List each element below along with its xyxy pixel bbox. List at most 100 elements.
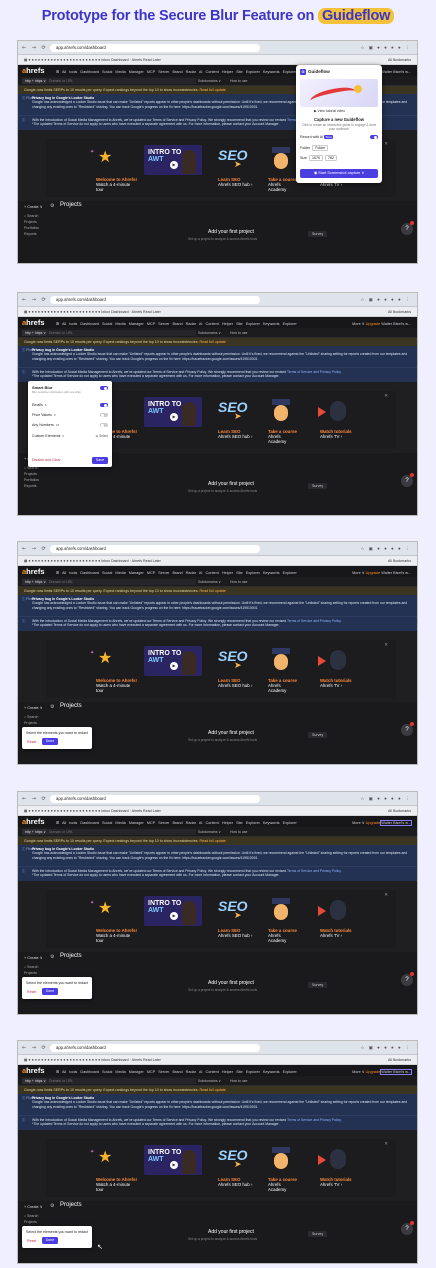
seo-hub-label[interactable]: Learn SEO Ahrefs SEO hub › [218,177,252,187]
all-bookmarks[interactable]: All Bookmarks [388,307,411,317]
play-icon[interactable]: ▶ [170,161,178,169]
ahrefs-logo[interactable]: ahrefs [22,817,45,826]
all-bookmarks[interactable]: All Bookmarks [388,806,411,816]
play-icon[interactable]: ▶ [170,662,178,670]
help-button[interactable]: ? [401,221,414,235]
workspace-menu[interactable]: Walter Biset's w... [380,819,412,826]
terms-link[interactable]: Terms of Service and Privacy Policy. [287,370,342,374]
extension-icons[interactable]: ☆ ▣ ● ● ● ● ⋮ [360,297,411,303]
workspace-menu[interactable]: Walter Biset's w... [380,1068,412,1075]
browser-nav-buttons[interactable]: ← → ⟳ [22,297,48,303]
ahrefs-nav-items[interactable]: ⊞ All tools Dashboard Social Media Manag… [56,820,297,825]
how-to-use-link[interactable]: How to use [230,1078,248,1084]
intro-video-card[interactable]: INTRO TO AWT ▶ [144,145,202,175]
close-icon[interactable]: ✕ [384,892,388,898]
view-tutorial-link[interactable]: ▶ View tutorial video [314,109,345,113]
address-bar[interactable]: app.ahrefs.com/dashboard [50,545,260,553]
subdomains-select[interactable]: Subdomains ∨ [198,1078,221,1084]
workspace-menu[interactable]: Walter Biset's w... [381,571,411,575]
select-elements-button[interactable]: ⊞ Select [96,434,108,438]
done-button[interactable]: Done [42,1237,58,1244]
tour-label[interactable]: Welcome to Ahrefs!Watch a 4-minutetour [96,1177,137,1192]
play-icon[interactable]: ▶ [170,413,178,421]
academy-label[interactable]: Take a course Ahrefs Academy [268,1177,297,1192]
ahrefs-logo[interactable]: ahrefs [22,567,45,576]
browser-nav-buttons[interactable]: ← → ⟳ [22,546,48,552]
tour-card[interactable]: ✦★ [88,1145,128,1175]
close-icon[interactable]: ✕ [384,393,388,399]
bookmarks-list[interactable]: ▦ ● ● ● ● ● ● ● ● ● ● ● ● ● ● ● ● ● ● ● … [24,310,161,314]
upgrade-link[interactable]: Upgrade [366,821,381,825]
close-icon[interactable]: ✕ [384,642,388,648]
survey-button[interactable]: Survey [308,231,328,237]
all-bookmarks[interactable]: All Bookmarks [388,556,411,566]
intro-video-card[interactable]: INTRO TO AWT ▶ [144,1145,202,1175]
create-button[interactable]: + Create ∨ [24,1204,43,1209]
read-update-link[interactable]: Read full update [200,839,226,843]
gear-icon[interactable]: ⚙ [50,704,54,710]
subdomains-select[interactable]: Subdomains ∨ [198,78,221,84]
gear-icon[interactable]: ⚙ [50,203,54,209]
done-button[interactable]: Done [42,988,58,995]
close-icon[interactable]: ✕ [384,1141,388,1147]
help-button[interactable]: ? [401,722,414,736]
help-button[interactable]: ? [401,972,414,986]
survey-button[interactable]: Survey [308,1231,328,1237]
protocol-select[interactable]: http + https ∨ [22,579,49,585]
emails-toggle[interactable] [100,403,108,408]
ahrefs-nav-items[interactable]: ⊞ All tools Dashboard Social Media Manag… [56,570,297,575]
seo-hub-label[interactable]: Learn SEO Ahrefs SEO hub › [218,429,252,439]
address-bar[interactable]: app.ahrefs.com/dashboard [50,296,260,304]
protocol-select[interactable]: http + https ∨ [22,1078,49,1084]
survey-button[interactable]: Survey [308,982,328,988]
seo-hub-card[interactable]: SEO ➤ [216,145,256,175]
domain-input[interactable]: Domain or URL [46,1078,196,1084]
sidebar-item-reports[interactable]: Reports [24,483,39,489]
tutorials-card[interactable] [316,896,356,926]
how-to-use-link[interactable]: How to use [230,579,248,585]
academy-label[interactable]: Take a course Ahrefs Academy [268,429,297,444]
academy-label[interactable]: Take a course Ahrefs Academy [268,678,297,693]
protocol-select[interactable]: http + https ∨ [22,330,49,336]
gear-icon[interactable]: ⚙ [50,1203,54,1209]
all-bookmarks[interactable]: All Bookmarks [388,1055,411,1065]
domain-input[interactable]: Domain or URL [46,330,196,336]
more-menu[interactable]: More ∨ [352,571,365,575]
start-capture-button[interactable]: ◉ Start Screenshot capture ∨ [300,169,378,178]
folder-select[interactable]: Folder [312,145,329,151]
more-menu[interactable]: More ∨ [352,322,365,326]
how-to-use-link[interactable]: How to use [230,829,248,835]
ahrefs-nav-items[interactable]: ⊞ All tools Dashboard Social Media Manag… [56,69,297,74]
ahrefs-nav-items[interactable]: ⊞ All tools Dashboard Social Media Manag… [56,1069,297,1074]
tutorials-card[interactable] [316,646,356,676]
domain-input[interactable]: Domain or URL [46,78,196,84]
seo-hub-card[interactable]: SEO ➤ [216,397,256,427]
bookmarks-list[interactable]: ▦ ● ● ● ● ● ● ● ● ● ● ● ● ● ● ● ● ● ● ● … [24,58,161,62]
seo-hub-card[interactable]: SEO ➤ [216,896,256,926]
subdomains-select[interactable]: Subdomains ∨ [198,330,221,336]
browser-nav-buttons[interactable]: ← → ⟳ [22,1045,48,1051]
bookmarks-list[interactable]: ▦ ● ● ● ● ● ● ● ● ● ● ● ● ● ● ● ● ● ● ● … [24,809,161,813]
academy-card[interactable] [264,1145,304,1175]
read-update-link[interactable]: Read full update [200,88,226,92]
help-button[interactable]: ? [401,473,414,487]
bookmarks-list[interactable]: ▦ ● ● ● ● ● ● ● ● ● ● ● ● ● ● ● ● ● ● ● … [24,1058,161,1062]
academy-label[interactable]: Take a course Ahrefs Academy [268,928,297,943]
upgrade-link[interactable]: Upgrade [366,571,381,575]
create-button[interactable]: + Create ∨ [24,705,43,710]
numbers-toggle[interactable] [100,423,108,428]
height-input[interactable]: 782 [325,155,337,161]
survey-button[interactable]: Survey [308,483,328,489]
terms-link[interactable]: Terms of Service and Privacy Policy. [287,1118,342,1122]
prices-toggle[interactable] [100,413,108,418]
terms-link[interactable]: Terms of Service and Privacy Policy. [287,619,342,623]
read-update-link[interactable]: Read full update [200,589,226,593]
academy-card[interactable] [264,646,304,676]
play-icon[interactable]: ▶ [170,912,178,920]
tour-label[interactable]: Welcome to Ahrefs!Watch a 4-minutetour [96,177,137,192]
ahrefs-logo[interactable]: ahrefs [22,66,45,75]
academy-card[interactable] [264,896,304,926]
subdomains-select[interactable]: Subdomains ∨ [198,829,221,835]
academy-label[interactable]: Take a course Ahrefs Academy [268,177,297,192]
smart-blur-toggle[interactable] [100,386,108,391]
